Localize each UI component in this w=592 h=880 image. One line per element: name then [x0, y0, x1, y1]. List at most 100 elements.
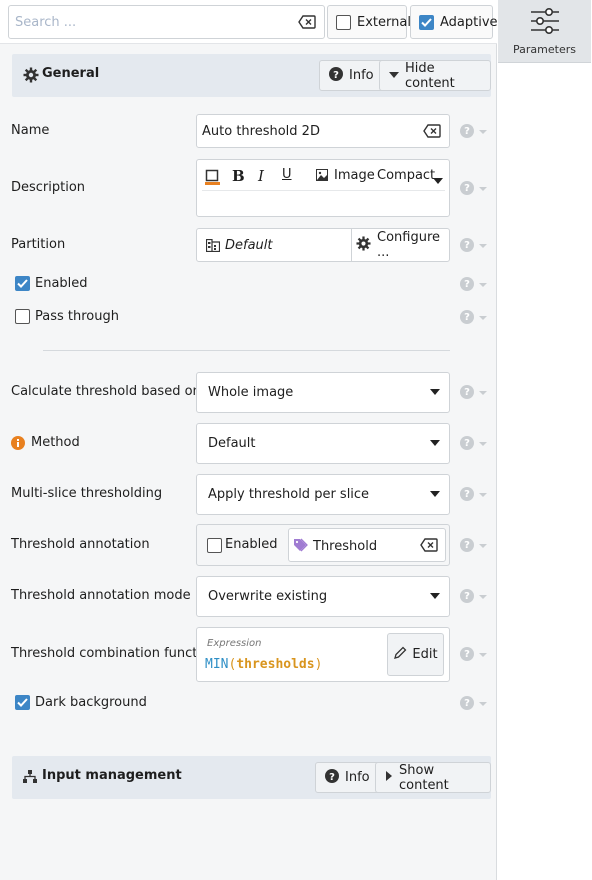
- general-title: General: [42, 66, 100, 81]
- calc-value: Whole image: [208, 385, 294, 400]
- dark-background-menu-caret-icon[interactable]: [479, 702, 487, 706]
- parameters-tab[interactable]: Parameters: [498, 0, 591, 63]
- name-field[interactable]: Auto threshold 2D: [196, 114, 450, 148]
- dark-background-checkbox[interactable]: [15, 695, 30, 710]
- multislice-dropdown[interactable]: Apply threshold per slice: [196, 474, 450, 515]
- combination-help-icon[interactable]: ?: [460, 647, 474, 661]
- caret-right-icon: [385, 770, 393, 785]
- pass-through-help-icon[interactable]: ?: [460, 310, 474, 324]
- annotation-help-icon[interactable]: ?: [460, 538, 474, 552]
- image-icon[interactable]: [316, 169, 328, 185]
- enabled-label: Enabled: [35, 276, 88, 291]
- dark-background-help-icon[interactable]: ?: [460, 696, 474, 710]
- clear-annotation-icon[interactable]: [420, 538, 438, 556]
- show-content-label: Show content: [399, 762, 449, 793]
- external-toggle[interactable]: External: [327, 5, 411, 39]
- annotation-mode-label: Threshold annotation mode: [11, 588, 191, 603]
- text-color-icon[interactable]: [205, 169, 220, 189]
- name-label: Name: [11, 123, 50, 138]
- multislice-help-icon[interactable]: ?: [460, 487, 474, 501]
- edit-expression-button[interactable]: Edit: [387, 633, 444, 676]
- calc-help-icon[interactable]: ?: [460, 385, 474, 399]
- pass-through-label: Pass through: [35, 309, 119, 324]
- description-help-icon[interactable]: ?: [460, 181, 474, 195]
- input-info-button[interactable]: ? Info: [315, 762, 380, 793]
- name-menu-caret-icon[interactable]: [479, 130, 487, 134]
- external-checkbox[interactable]: [336, 14, 351, 30]
- description-label: Description: [11, 180, 86, 195]
- partition-label: Partition: [11, 237, 66, 252]
- partition-menu-caret-icon[interactable]: [479, 244, 487, 248]
- enabled-menu-caret-icon[interactable]: [479, 283, 487, 287]
- name-help-icon[interactable]: ?: [460, 124, 474, 138]
- annotation-mode-dropdown[interactable]: Overwrite existing: [196, 576, 450, 617]
- annotation-menu-caret-icon[interactable]: [479, 544, 487, 548]
- partition-help-icon[interactable]: ?: [460, 238, 474, 252]
- multislice-caret-icon: [430, 491, 440, 497]
- search-placeholder: Search ...: [15, 15, 77, 30]
- description-text-area[interactable]: [202, 190, 445, 212]
- configure-label: Configure ...: [377, 230, 441, 260]
- multislice-label: Multi-slice thresholding: [11, 486, 163, 501]
- calc-caret-icon: [430, 389, 440, 395]
- clear-name-icon[interactable]: [423, 124, 441, 142]
- method-help-icon[interactable]: ?: [460, 436, 474, 450]
- annotation-label: Threshold annotation: [11, 537, 150, 552]
- general-info-button[interactable]: ? Info: [319, 60, 384, 91]
- show-content-button[interactable]: Show content: [375, 762, 491, 793]
- pass-through-menu-caret-icon[interactable]: [479, 316, 487, 320]
- input-management-title: Input management: [42, 768, 182, 783]
- external-label: External: [357, 14, 411, 30]
- adaptive-toggle[interactable]: Adaptive: [410, 5, 498, 39]
- compact-button-label[interactable]: Compact: [377, 168, 435, 183]
- dark-background-label: Dark background: [35, 695, 147, 710]
- annotation-enabled-checkbox[interactable]: [207, 538, 222, 553]
- multislice-menu-caret-icon[interactable]: [479, 493, 487, 497]
- right-tab-strip: Parameters: [497, 0, 592, 880]
- question-circle-icon: ?: [329, 66, 343, 85]
- configure-gear-icon: [356, 235, 371, 255]
- annotation-group: Enabled Threshold: [196, 524, 450, 566]
- parameters-tab-label: Parameters: [513, 42, 576, 56]
- general-info-label: Info: [349, 68, 374, 83]
- calc-dropdown[interactable]: Whole image: [196, 372, 450, 413]
- partition-value[interactable]: Default: [225, 238, 273, 253]
- input-management-section-header[interactable]: Input management ? Info Show content: [12, 756, 491, 799]
- method-value: Default: [208, 436, 256, 451]
- top-toolbar: Search ... External Adaptive: [0, 0, 498, 44]
- search-input[interactable]: Search ...: [8, 5, 325, 39]
- image-button-label[interactable]: Image: [334, 168, 375, 183]
- italic-icon[interactable]: I: [258, 167, 264, 185]
- underline-icon[interactable]: U: [282, 167, 292, 182]
- annotation-mode-menu-caret-icon[interactable]: [479, 595, 487, 599]
- combination-expression-field[interactable]: Expression MIN(thresholds) Edit: [196, 627, 450, 682]
- description-menu-caret-icon[interactable]: [479, 187, 487, 191]
- method-menu-caret-icon[interactable]: [479, 442, 487, 446]
- annotation-name-field[interactable]: Threshold: [288, 528, 446, 562]
- annotation-name-value: Threshold: [313, 539, 378, 554]
- description-editor: B I U Image Compact: [196, 159, 450, 217]
- tag-icon: [294, 538, 310, 556]
- annotation-mode-help-icon[interactable]: ?: [460, 589, 474, 603]
- expression-text: MIN(thresholds): [205, 657, 322, 672]
- caret-down-icon: [389, 68, 399, 83]
- configure-partition-button[interactable]: Configure ...: [351, 229, 450, 261]
- method-caret-icon: [430, 440, 440, 446]
- adaptive-checkbox[interactable]: [419, 14, 434, 30]
- adaptive-label: Adaptive: [440, 14, 498, 30]
- warning-icon: [11, 436, 25, 454]
- calc-label: Calculate threshold based on ...: [11, 384, 218, 399]
- enabled-help-icon[interactable]: ?: [460, 277, 474, 291]
- general-section-header[interactable]: General ? Info Hide content: [12, 54, 491, 97]
- bold-icon[interactable]: B: [232, 167, 245, 185]
- method-dropdown[interactable]: Default: [196, 423, 450, 464]
- enabled-checkbox[interactable]: [15, 276, 30, 291]
- input-question-circle-icon: ?: [325, 768, 339, 787]
- hide-content-button[interactable]: Hide content: [379, 60, 491, 91]
- pass-through-checkbox[interactable]: [15, 309, 30, 324]
- clear-search-icon[interactable]: [298, 15, 316, 33]
- sliders-icon: [530, 7, 560, 39]
- calc-menu-caret-icon[interactable]: [479, 391, 487, 395]
- combination-menu-caret-icon[interactable]: [479, 653, 487, 657]
- compact-caret-icon[interactable]: [433, 174, 443, 189]
